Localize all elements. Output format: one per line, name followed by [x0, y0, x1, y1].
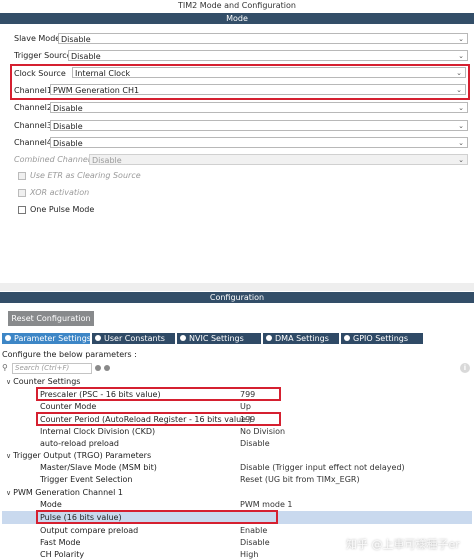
configure-hint: Configure the below parameters :	[2, 350, 137, 359]
search-placeholder: Search (Ctrl+F)	[15, 364, 70, 372]
tab-bullet-icon	[266, 334, 272, 341]
channel3-value: Disable	[53, 122, 83, 131]
channel2-select[interactable]: Disable ⌄	[50, 102, 468, 113]
tab-bullet-icon	[5, 334, 11, 341]
value-counter-mode[interactable]: Up	[240, 402, 251, 411]
chevron-down-icon: ⌄	[456, 69, 462, 77]
slave-mode-label: Slave Mode	[14, 34, 61, 43]
combined-channels-label: Combined Channels	[14, 155, 95, 164]
mode-header: Mode	[0, 13, 474, 24]
trigger-source-select[interactable]: Disable ⌄	[68, 50, 468, 61]
param-fast-mode[interactable]: Fast Mode	[40, 538, 80, 547]
chevron-down-icon: ⌄	[458, 156, 464, 164]
clock-source-value: Internal Clock	[75, 69, 131, 78]
trigger-source-label: Trigger Source	[14, 51, 72, 60]
channel1-value: PWM Generation CH1	[53, 86, 140, 95]
param-trigger-event-selection[interactable]: Trigger Event Selection	[40, 475, 132, 484]
group-label: PWM Generation Channel 1	[13, 488, 123, 497]
window-title: TIM2 Mode and Configuration	[178, 1, 296, 10]
value-pwm-mode[interactable]: PWM mode 1	[240, 500, 293, 509]
combined-channels-value: Disable	[92, 156, 122, 165]
channel4-label: Channel4	[14, 138, 52, 147]
trigger-source-value: Disable	[71, 52, 101, 61]
tab-bullet-icon	[344, 334, 350, 341]
search-next-icon[interactable]	[104, 365, 110, 371]
channel4-select[interactable]: Disable ⌄	[50, 137, 468, 148]
value-fast-mode[interactable]: Disable	[240, 538, 270, 547]
channel2-value: Disable	[53, 104, 83, 113]
value-clock-division[interactable]: No Division	[240, 427, 285, 436]
group-counter-settings[interactable]: ∨ Counter Settings	[6, 377, 80, 386]
tab-label: Parameter Settings	[14, 334, 91, 343]
value-trigger-event-selection[interactable]: Reset (UG bit from TIMx_EGR)	[240, 475, 360, 484]
chevron-down-icon: ⌄	[458, 139, 464, 147]
xor-activation-label: XOR activation	[30, 188, 90, 197]
group-label: Counter Settings	[13, 377, 81, 386]
clock-source-select[interactable]: Internal Clock ⌄	[72, 67, 466, 78]
channel1-label: Channel1	[14, 86, 52, 95]
tab-parameter-settings[interactable]: Parameter Settings	[2, 333, 91, 344]
tab-user-constants[interactable]: User Constants	[92, 333, 175, 344]
configuration-header: Configuration	[0, 292, 474, 303]
param-ch-polarity[interactable]: CH Polarity	[40, 550, 84, 559]
param-prescaler[interactable]: Prescaler (PSC - 16 bits value)	[40, 390, 161, 399]
chevron-down-icon: ⌄	[458, 104, 464, 112]
chevron-down-icon: ⌄	[458, 52, 464, 60]
tab-dma-settings[interactable]: DMA Settings	[263, 333, 339, 344]
group-trigger-output[interactable]: ∨ Trigger Output (TRGO) Parameters	[6, 451, 151, 460]
use-etr-checkbox[interactable]	[18, 172, 26, 180]
value-prescaler[interactable]: 799	[240, 390, 255, 399]
value-counter-period[interactable]: 199	[240, 415, 255, 424]
search-prev-icon[interactable]	[95, 365, 101, 371]
watermark: 知乎 @上車可樣種子er	[346, 538, 460, 551]
search-input[interactable]: Search (Ctrl+F)	[12, 363, 92, 374]
chevron-down-icon: ∨	[6, 452, 12, 460]
tab-nvic-settings[interactable]: NVIC Settings	[177, 333, 261, 344]
channel3-label: Channel3	[14, 121, 52, 130]
info-icon[interactable]: i	[460, 363, 470, 373]
clock-source-label: Clock Source	[14, 69, 66, 78]
chevron-down-icon: ⌄	[456, 86, 462, 94]
splitter[interactable]	[0, 283, 474, 291]
slave-mode-select[interactable]: Disable ⌄	[58, 33, 468, 44]
combined-channels-select[interactable]: Disable ⌄	[89, 154, 468, 165]
channel4-value: Disable	[53, 139, 83, 148]
value-master-slave-mode[interactable]: Disable (Trigger input effect not delaye…	[240, 463, 405, 472]
tab-label: GPIO Settings	[353, 334, 409, 343]
chevron-down-icon: ∨	[6, 378, 12, 386]
param-counter-mode[interactable]: Counter Mode	[40, 402, 96, 411]
chevron-down-icon: ⌄	[458, 122, 464, 130]
tab-label: DMA Settings	[275, 334, 329, 343]
use-etr-label: Use ETR as Clearing Source	[30, 171, 141, 180]
group-label: Trigger Output (TRGO) Parameters	[13, 451, 152, 460]
reset-configuration-button[interactable]: Reset Configuration	[8, 311, 94, 326]
one-pulse-mode-checkbox[interactable]	[18, 206, 26, 214]
channel3-select[interactable]: Disable ⌄	[50, 120, 468, 131]
group-pwm-generation-ch1[interactable]: ∨ PWM Generation Channel 1	[6, 488, 123, 497]
xor-activation-checkbox[interactable]	[18, 189, 26, 197]
value-output-compare-preload[interactable]: Enable	[240, 526, 267, 535]
param-master-slave-mode[interactable]: Master/Slave Mode (MSM bit)	[40, 463, 157, 472]
param-auto-reload-preload[interactable]: auto-reload preload	[40, 439, 119, 448]
chevron-down-icon: ∨	[6, 489, 12, 497]
channel2-label: Channel2	[14, 103, 52, 112]
one-pulse-mode-label: One Pulse Mode	[30, 205, 95, 214]
param-output-compare-preload[interactable]: Output compare preload	[40, 526, 138, 535]
value-ch-polarity[interactable]: High	[240, 550, 258, 559]
channel1-select[interactable]: PWM Generation CH1 ⌄	[50, 84, 466, 95]
chevron-down-icon: ⌄	[458, 35, 464, 43]
param-pulse[interactable]: Pulse (16 bits value)	[40, 513, 122, 522]
tab-gpio-settings[interactable]: GPIO Settings	[341, 333, 423, 344]
search-icon: ⚲	[2, 363, 8, 372]
param-clock-division[interactable]: Internal Clock Division (CKD)	[40, 427, 155, 436]
tab-bullet-icon	[95, 334, 101, 341]
value-auto-reload-preload[interactable]: Disable	[240, 439, 270, 448]
slave-mode-value: Disable	[61, 35, 91, 44]
param-counter-period[interactable]: Counter Period (AutoReload Register - 16…	[40, 415, 252, 424]
tab-label: NVIC Settings	[189, 334, 244, 343]
param-pwm-mode[interactable]: Mode	[40, 500, 62, 509]
tab-label: User Constants	[104, 334, 165, 343]
tab-bullet-icon	[180, 334, 186, 341]
